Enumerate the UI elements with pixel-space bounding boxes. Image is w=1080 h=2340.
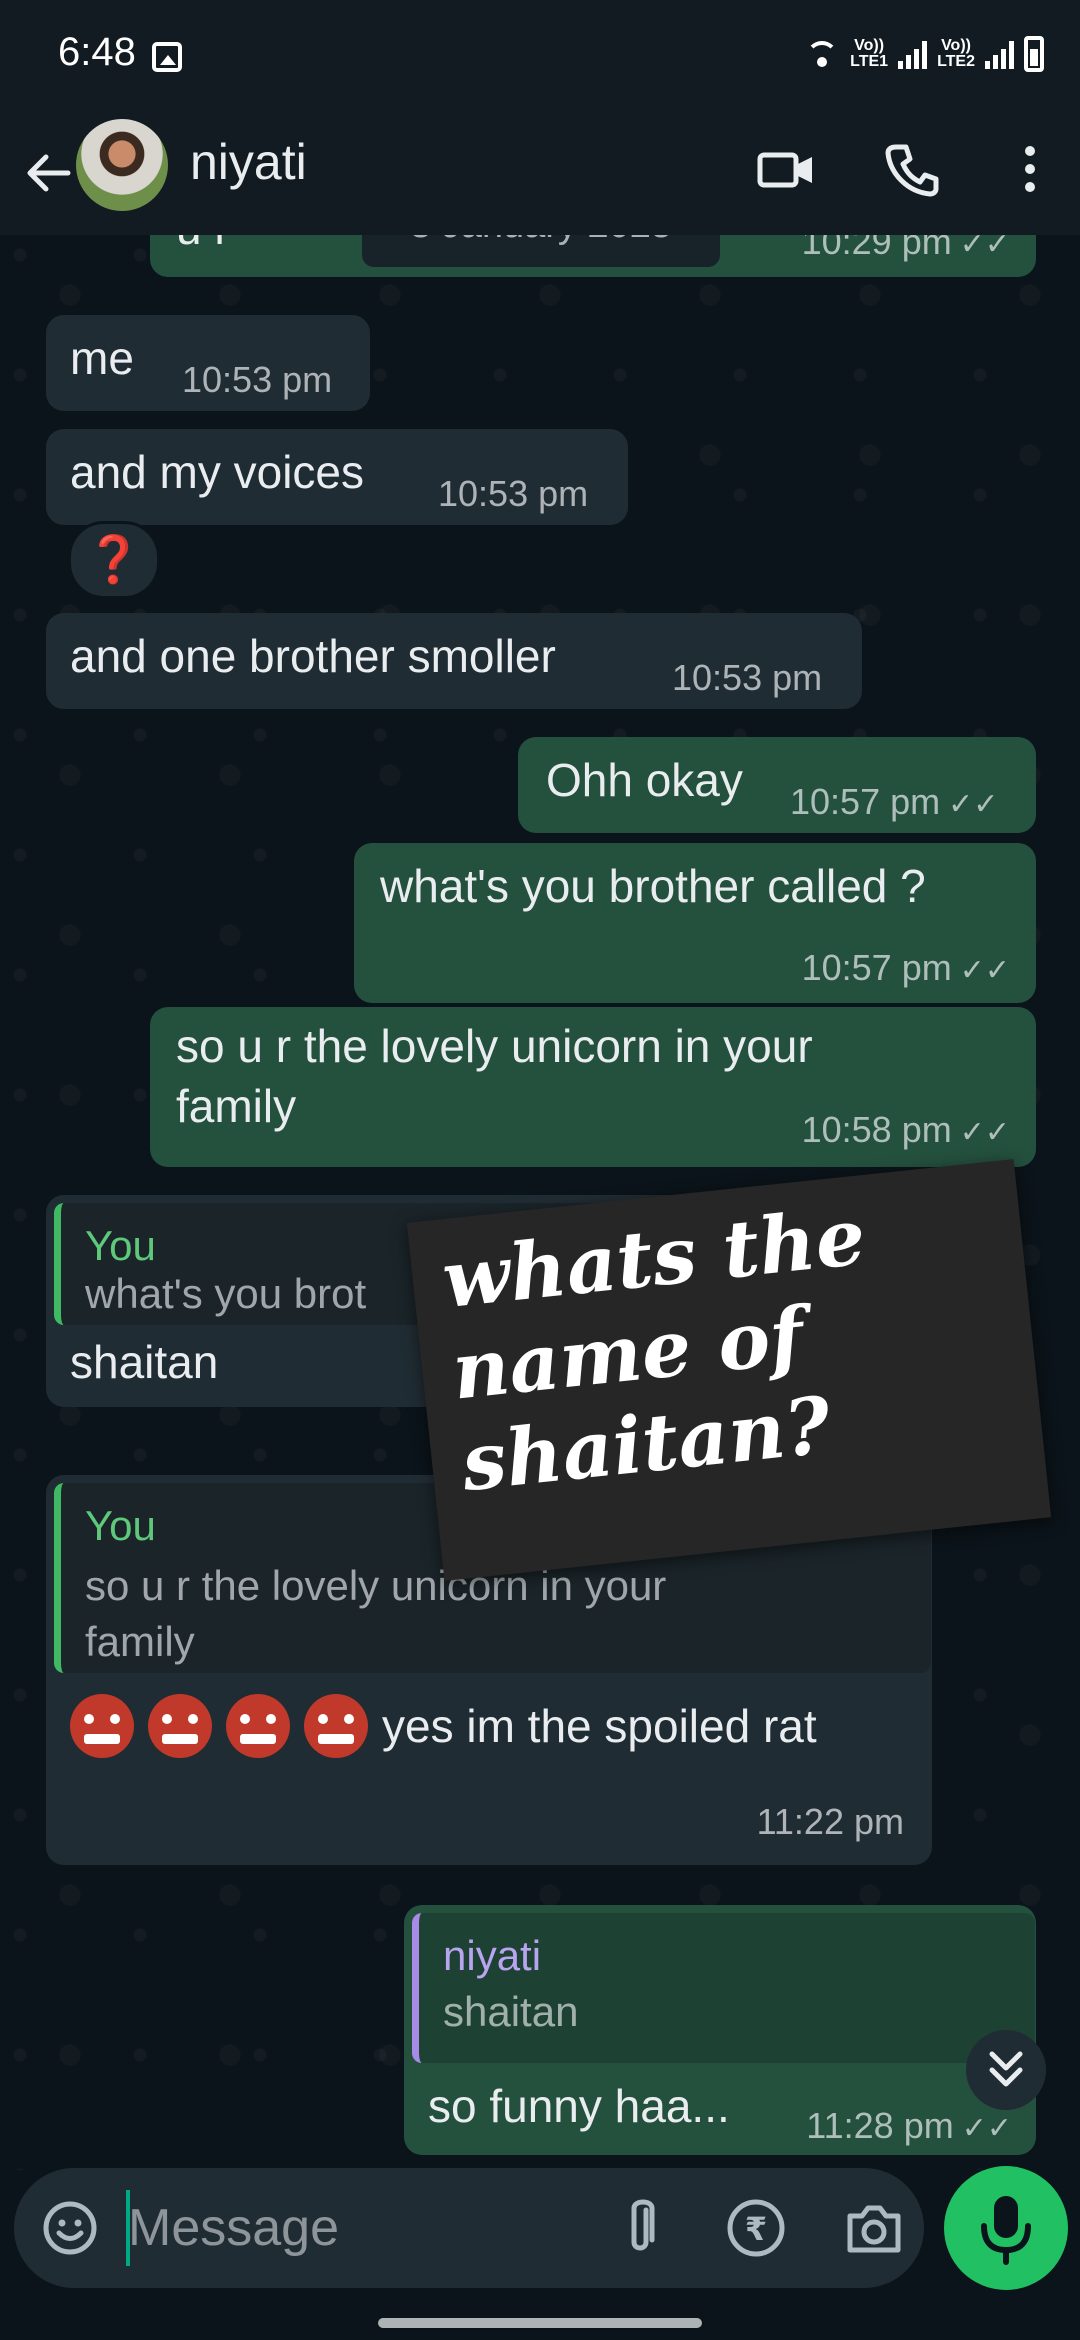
mic-icon: [981, 2196, 1031, 2265]
avatar[interactable]: [76, 119, 168, 211]
message-bubble-outgoing[interactable]: so u r the lovely unicorn in your family…: [150, 1007, 1036, 1167]
message-composer[interactable]: Message ₹: [14, 2168, 924, 2288]
wifi-icon: [804, 39, 840, 69]
message-text: and one brother smoller: [70, 630, 556, 682]
quoted-text: so u r the lovely unicorn in your: [85, 1562, 667, 1609]
message-time: 10:29 pm ✓✓: [802, 235, 1010, 274]
status-time: 6:48: [58, 30, 136, 74]
message-time: 10:53 pm: [182, 359, 333, 400]
read-ticks-icon: ✓✓: [959, 1116, 1010, 1149]
message-text: and my voices: [70, 446, 365, 498]
message-time: 11:22 pm: [756, 1801, 904, 1842]
quoted-sender: You: [85, 1222, 156, 1269]
message-input[interactable]: Message: [128, 2198, 339, 2258]
message-text: me: [70, 332, 134, 384]
ogre-emoji-icon: [226, 1693, 290, 1758]
rupee-payment-icon[interactable]: ₹: [724, 2196, 788, 2260]
ogre-emoji-icon: [70, 1693, 134, 1758]
message-bubble-incoming[interactable]: and my voices 10:53 pm: [46, 429, 628, 525]
read-ticks-icon: ✓✓: [959, 954, 1010, 987]
chat-area[interactable]: u r 10:29 pm✓✓ 3 January 2025 me 10:53 p…: [0, 235, 1080, 2170]
ogre-emoji-icon: [304, 1693, 368, 1758]
read-ticks-icon: ✓✓: [959, 235, 1010, 261]
signal-icon: [985, 39, 1014, 69]
contact-name[interactable]: niyati: [190, 133, 307, 191]
status-bar: 6:48 Vo)) LTE1 Vo)) LTE2: [0, 0, 1080, 115]
message-bubble-incoming[interactable]: me 10:53 pm: [46, 315, 370, 411]
message-time: 10:57 pm ✓✓: [802, 939, 1010, 1000]
message-time: 10:53 pm: [672, 657, 823, 698]
gallery-icon: [152, 42, 182, 72]
camera-icon[interactable]: [842, 2198, 906, 2258]
scroll-to-bottom-button[interactable]: [966, 2030, 1046, 2110]
attach-icon[interactable]: [610, 2196, 670, 2260]
message-time: 10:58 pm ✓✓: [802, 1101, 1010, 1162]
back-arrow-icon[interactable]: [18, 143, 78, 203]
message-text: u r: [176, 235, 230, 257]
message-time: 10:57 pm ✓✓: [790, 773, 998, 834]
message-text-row: yes im the spoiled rat: [70, 1693, 817, 1758]
more-vert-icon[interactable]: [1000, 139, 1060, 199]
quoted-sender: You: [85, 1502, 156, 1549]
signal-icon: [898, 39, 928, 69]
sim2-label: Vo)) LTE2: [937, 37, 975, 70]
chevron-double-down-icon: [989, 2051, 1023, 2087]
message-text: Ohh okay: [546, 754, 743, 806]
voice-call-icon[interactable]: [882, 139, 942, 199]
message-text: yes im the spoiled rat: [382, 1699, 817, 1752]
message-text: what's you brother called ?: [380, 860, 926, 912]
read-ticks-icon: ✓✓: [948, 788, 999, 821]
quoted-reply[interactable]: niyati shaitan: [412, 1913, 1035, 2063]
message-text: shaitan: [70, 1336, 219, 1388]
message-bubble-outgoing[interactable]: Ohh okay 10:57 pm ✓✓: [518, 737, 1036, 833]
quoted-sender: niyati: [443, 1932, 542, 1979]
reaction-badge[interactable]: ❓: [68, 521, 160, 599]
message-bubble-incoming[interactable]: and one brother smoller 10:53 pm: [46, 613, 862, 709]
message-bubble-outgoing[interactable]: what's you brother called ? 10:57 pm ✓✓: [354, 843, 1036, 1003]
emoji-icon[interactable]: [40, 2198, 100, 2258]
message-time: 10:53 pm: [438, 473, 589, 514]
sticky-note-text: whats the name of shaitan?: [438, 1191, 870, 1510]
chat-header: niyati: [0, 115, 1080, 235]
sticky-note-overlay: whats the name of shaitan?: [406, 1159, 1052, 1581]
date-chip: 3 January 2025: [362, 235, 720, 267]
question-mark-icon: ❓: [85, 533, 143, 585]
ogre-emoji-icon: [148, 1693, 212, 1758]
battery-icon: [1024, 36, 1044, 72]
status-icons: Vo)) LTE1 Vo)) LTE2: [804, 36, 1044, 72]
video-call-icon[interactable]: [756, 139, 816, 199]
sim1-label: Vo)) LTE1: [850, 37, 889, 70]
quoted-text: shaitan: [443, 1988, 579, 2035]
quoted-text: what's you brot: [85, 1270, 367, 1317]
message-text: so u r the lovely unicorn in your: [176, 1020, 813, 1072]
gesture-nav-bar[interactable]: [378, 2318, 702, 2328]
mic-button[interactable]: [944, 2166, 1068, 2290]
message-text: family: [176, 1080, 297, 1132]
svg-text:₹: ₹: [745, 2210, 767, 2248]
quoted-text: family: [85, 1618, 195, 1665]
message-bubble-outgoing[interactable]: niyati shaitan so funny haa... 11:28 pm ✓…: [404, 1905, 1036, 2155]
message-text: so funny haa...: [428, 2080, 730, 2132]
